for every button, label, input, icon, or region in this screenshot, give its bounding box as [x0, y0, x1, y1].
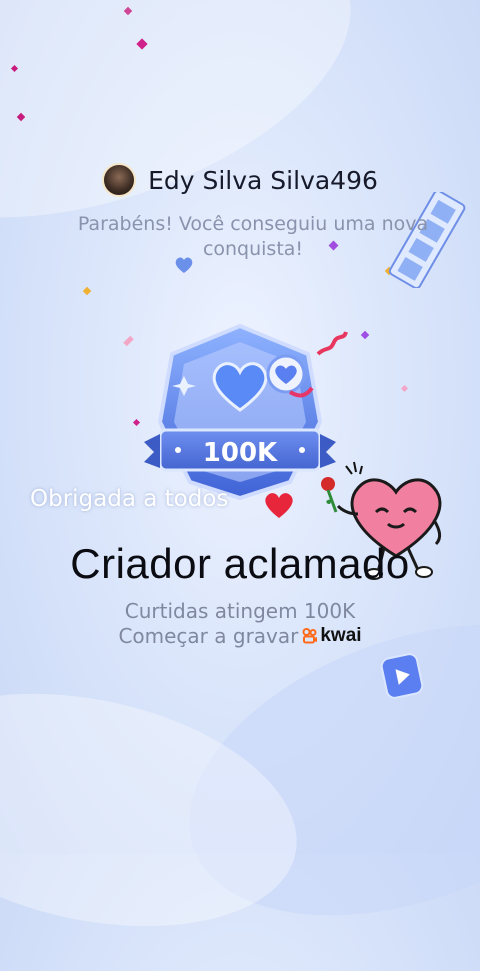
confetti	[82, 286, 92, 296]
confetti	[123, 335, 134, 347]
congrats-message: Parabéns! Você conseguiu uma nova conqui…	[77, 213, 429, 260]
kwai-logo: kwai	[302, 625, 362, 647]
heart-emoji-icon	[265, 493, 293, 518]
start-recording-label: Começar a gravar	[118, 624, 299, 648]
kwai-brand: kwai	[320, 625, 362, 646]
start-recording-link[interactable]: Começar a gravar kwai	[0, 624, 480, 648]
username: Edy Silva Silva496	[148, 165, 378, 195]
avatar[interactable]	[102, 163, 137, 197]
confetti	[360, 330, 370, 340]
badge-label: 100K	[203, 438, 278, 468]
confetti	[400, 384, 409, 393]
play-tile-icon	[380, 653, 424, 699]
achievement-badge: 100K	[144, 323, 336, 501]
achievement-title: Criador aclamado	[70, 540, 410, 587]
caption-text: Obrigada a todos	[30, 486, 229, 512]
kwai-icon	[302, 628, 318, 644]
ribbon-icon	[316, 331, 348, 356]
achievement-subtitle: Curtidas atingem 100K	[124, 599, 356, 623]
user-header: Edy Silva Silva496	[0, 158, 480, 202]
confetti	[132, 418, 141, 427]
